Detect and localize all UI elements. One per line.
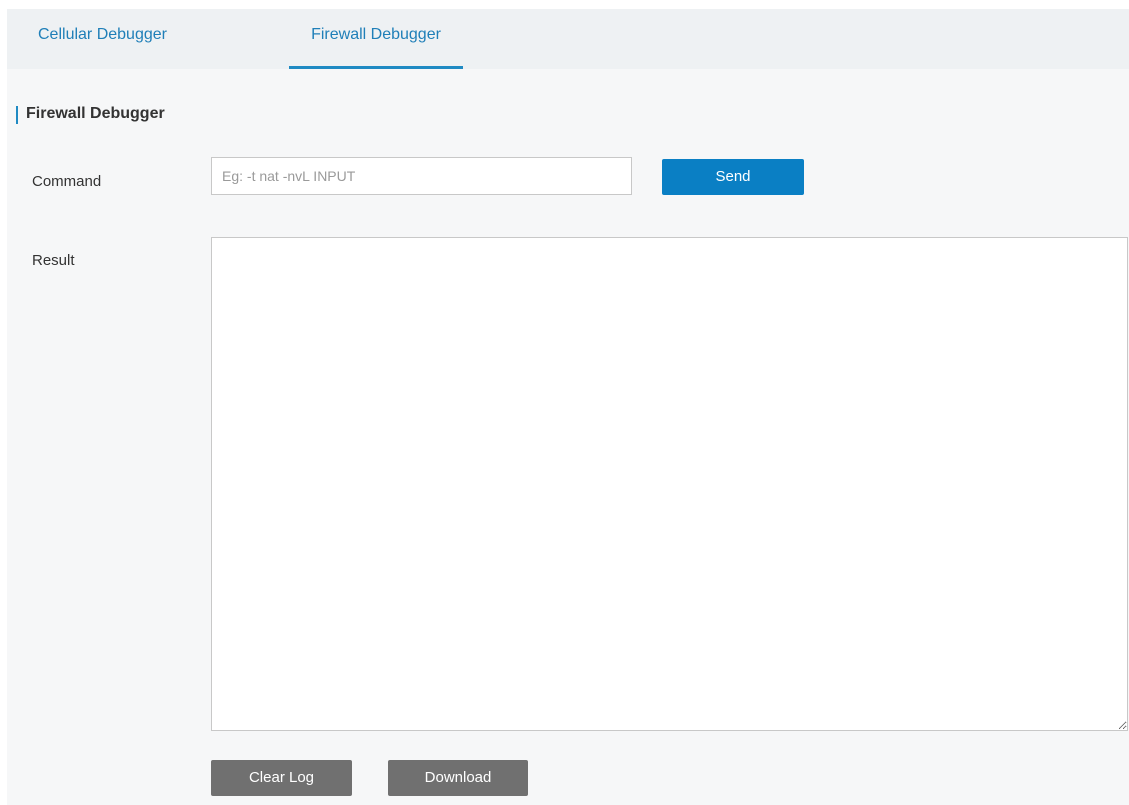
clear-log-button[interactable]: Clear Log — [211, 760, 352, 796]
download-button[interactable]: Download — [388, 760, 528, 796]
section-title-accent — [16, 106, 18, 124]
tab-firewall-debugger[interactable]: Firewall Debugger — [289, 9, 463, 69]
result-textarea[interactable] — [211, 237, 1128, 731]
result-label: Result — [32, 252, 75, 269]
page: Cellular Debugger Firewall Debugger Fire… — [0, 0, 1129, 805]
send-button[interactable]: Send — [662, 159, 804, 195]
tab-cellular-debugger[interactable]: Cellular Debugger — [38, 9, 203, 69]
section-title: Firewall Debugger — [26, 105, 165, 122]
firewall-debugger-panel: Cellular Debugger Firewall Debugger Fire… — [7, 9, 1129, 805]
tab-bar: Cellular Debugger Firewall Debugger — [7, 9, 1129, 69]
command-label: Command — [32, 173, 102, 190]
command-input[interactable] — [211, 157, 632, 195]
active-tab-indicator — [289, 66, 463, 69]
